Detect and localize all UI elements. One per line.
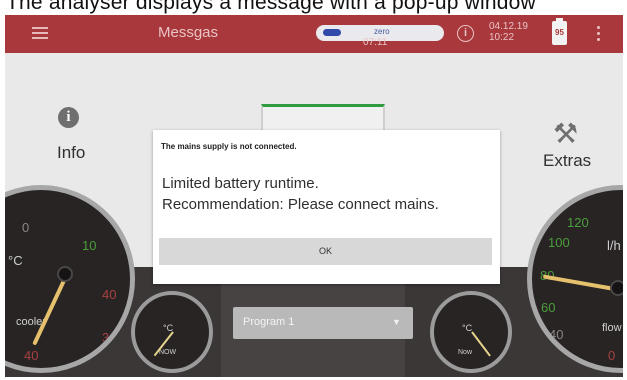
gauge-needle xyxy=(32,273,69,346)
mains-warning-dialog: The mains supply is not connected. Limit… xyxy=(153,130,500,284)
gauge-unit: l/h xyxy=(607,238,621,253)
dialog-line: Recommendation: Please connect mains. xyxy=(162,196,439,213)
gauge-tick-label: 100 xyxy=(548,235,570,250)
tools-icon[interactable]: ⚒ xyxy=(553,117,578,150)
gauge-tick-label: 40 xyxy=(549,327,564,342)
small-temperature-gauge: °C NOW xyxy=(131,291,213,373)
gauge-needle xyxy=(542,274,621,292)
info-circle-icon: i xyxy=(58,107,79,128)
elapsed-time: 07:11 xyxy=(363,37,388,48)
battery-icon: 95 xyxy=(552,18,567,45)
gauge-tick-label: 40 xyxy=(102,287,117,302)
dialog-heading: The mains supply is not connected. xyxy=(161,142,297,151)
battery-level: 95 xyxy=(555,28,564,37)
screenshot-frame: The analyser displays a message with a p… xyxy=(0,0,627,380)
gauge-tick-label: 60 xyxy=(541,300,556,315)
device-screen: Messgas zero 07:11 i 04.12.19 10:22 95 i… xyxy=(5,15,623,377)
chevron-down-icon: ▼ xyxy=(392,317,401,327)
gauge-tick-label: 10 xyxy=(82,238,97,253)
date-time: 04.12.19 10:22 xyxy=(489,21,528,43)
app-title: Messgas xyxy=(158,24,219,41)
dialog-message: Limited battery runtime. Recommendation:… xyxy=(162,173,492,215)
program-select-value: Program 1 xyxy=(243,316,295,328)
dialog-line: Limited battery runtime. xyxy=(162,175,319,192)
gauge-label: Now xyxy=(458,349,473,356)
date-text: 04.12.19 xyxy=(489,21,528,32)
more-options-icon[interactable] xyxy=(595,25,601,43)
gauge-hub xyxy=(57,266,73,282)
gauge-needle xyxy=(471,331,491,357)
gauge-tick-label: 40 xyxy=(24,348,39,363)
gauge-tick-label: 30 xyxy=(102,330,117,345)
hamburger-menu-icon[interactable] xyxy=(32,26,48,40)
time-text: 10:22 xyxy=(489,32,515,43)
info-label: Info xyxy=(57,143,86,162)
info-icon[interactable]: i xyxy=(457,25,474,42)
ok-button[interactable]: OK xyxy=(159,238,492,265)
caption-text: The analyser displays a message with a p… xyxy=(6,0,536,14)
extras-label: Extras xyxy=(543,151,592,170)
gauge-label: flow xyxy=(602,322,622,334)
gauge-tick-label: 120 xyxy=(567,215,589,230)
small-temperature-gauge: °C Now xyxy=(430,291,512,373)
gauge-tick-label: 0 xyxy=(22,220,30,235)
gauge-label: NOW xyxy=(159,349,177,356)
status-progress-icon xyxy=(323,29,341,36)
status-zero-text: zero xyxy=(374,27,390,36)
gauge-unit: °C xyxy=(8,253,23,268)
gauge-hub xyxy=(610,280,623,296)
program-select[interactable]: Program 1 ▼ xyxy=(233,307,413,339)
page-caption: The analyser displays a message with a p… xyxy=(0,0,627,16)
gauge-tick-label: 0 xyxy=(608,348,616,363)
top-bar: Messgas zero 07:11 i 04.12.19 10:22 95 xyxy=(5,15,623,53)
